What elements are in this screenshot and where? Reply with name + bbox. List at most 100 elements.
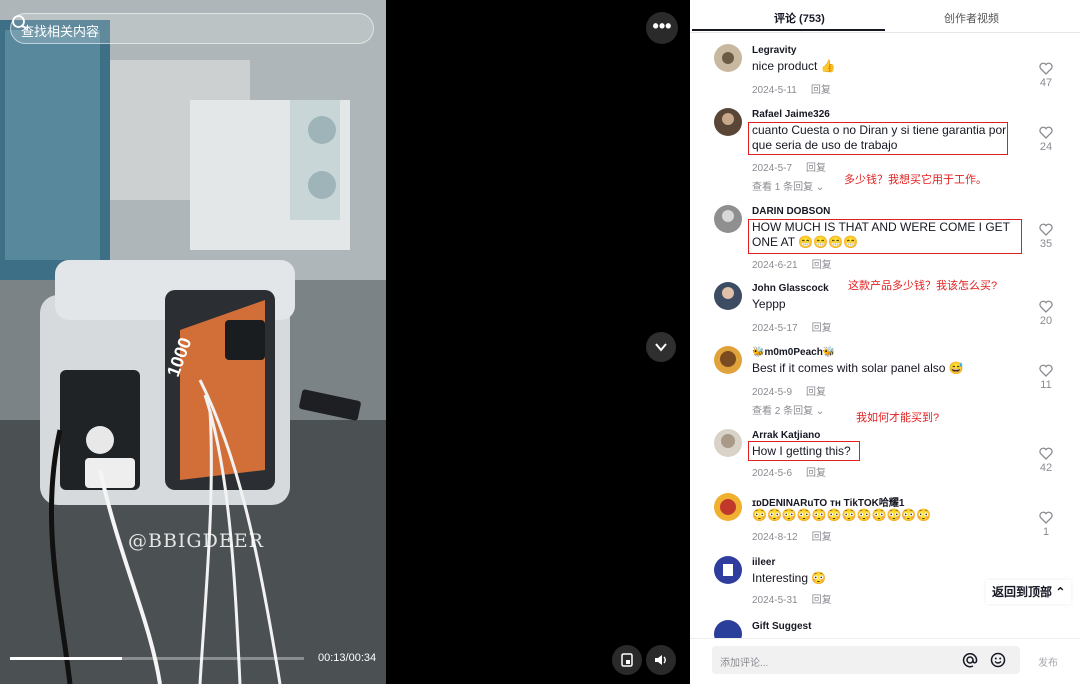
highlight-box (748, 441, 860, 461)
comment-username[interactable]: John Glasscock (752, 283, 829, 294)
reply-link[interactable]: 回复 (812, 532, 832, 543)
like-count: 24 (1039, 141, 1053, 153)
tab-creator-videos[interactable]: 创作者视频 (944, 10, 999, 26)
comment-date: 2024-8-12 (752, 532, 798, 543)
video-progress-fill (10, 657, 122, 660)
picture-in-picture-icon (621, 653, 633, 667)
reply-link[interactable]: 回复 (806, 468, 826, 479)
heart-icon (1039, 223, 1053, 236)
like-button[interactable]: 1 (1035, 511, 1057, 538)
emoji-icon[interactable] (990, 652, 1006, 668)
more-dots-icon: ••• (652, 16, 672, 36)
comment-meta: 2024-8-12 回复 (752, 528, 846, 543)
view-replies-link[interactable]: 查看 1 条回复 ⌄ (752, 178, 824, 193)
avatar[interactable] (714, 429, 742, 457)
chevron-up-icon: ⌃ (1055, 585, 1066, 599)
comment-composer: 添加评论... 发布 (690, 638, 1080, 684)
active-tab-indicator (692, 29, 885, 31)
reply-link[interactable]: 回复 (812, 323, 832, 334)
comments-panel: 评论 (753) 创作者视频 Legravity nice product 👍 … (690, 0, 1080, 684)
comment-input[interactable]: 添加评论... (712, 646, 1020, 674)
avatar[interactable] (714, 346, 742, 374)
avatar[interactable] (714, 205, 742, 233)
avatar[interactable] (714, 493, 742, 521)
back-to-top-label: 返回到顶部 (992, 585, 1053, 599)
reply-link[interactable]: 回复 (811, 85, 831, 96)
like-button[interactable]: 11 (1035, 364, 1057, 391)
comment-username[interactable]: Legravity (752, 45, 796, 56)
like-button[interactable]: 42 (1035, 447, 1057, 474)
comment-text: Yeppp (752, 297, 786, 311)
comment-meta: 2024-5-9 回复 (752, 383, 840, 398)
like-button[interactable]: 24 (1035, 126, 1057, 153)
like-count: 11 (1040, 379, 1052, 391)
comment-date: 2024-5-6 (752, 468, 793, 479)
product-scene: 1000 (0, 0, 386, 684)
reply-link[interactable]: 回复 (806, 163, 826, 174)
avatar[interactable] (714, 44, 742, 72)
reply-link[interactable]: 回复 (806, 387, 826, 398)
comment-date: 2024-5-17 (752, 323, 798, 334)
video-watermark: @BBIGDEER (128, 530, 264, 552)
comment-text: Best if it comes with solar panel also 😅 (752, 361, 964, 375)
chevron-down-icon (655, 343, 667, 352)
comment-username[interactable]: 🐝m0m0Peach🐝 (752, 347, 835, 358)
comment-username[interactable]: DARIN DOBSON (752, 206, 830, 217)
reply-link[interactable]: 回复 (812, 260, 832, 271)
panel-tabs: 评论 (753) 创作者视频 (690, 0, 1080, 33)
chevron-down-icon: ⌄ (815, 182, 825, 193)
like-button[interactable]: 47 (1035, 62, 1057, 89)
annotation-translation: 这款产品多少钱？我该怎么买? (848, 280, 998, 292)
like-count: 47 (1039, 77, 1053, 89)
comment-meta: 2024-5-7 回复 (752, 159, 840, 174)
chevron-down-icon: ⌄ (815, 406, 825, 417)
comment-date: 2024-5-31 (752, 595, 798, 606)
comment-text: Interesting 😳 (752, 571, 827, 585)
comment-username[interactable]: Gift Suggest (752, 621, 811, 632)
annotation-translation: 我如何才能买到? (856, 412, 940, 424)
reply-link[interactable]: 回复 (812, 595, 832, 606)
comment-date: 2024-6-21 (752, 260, 798, 271)
video-player[interactable]: 1000 查找相关内容 @BBIGDEER 00:13/00:34 ••• (0, 0, 690, 684)
post-button[interactable]: 发布 (1038, 654, 1058, 669)
mention-icon[interactable] (962, 652, 978, 668)
comment-meta: 2024-5-17 回复 (752, 319, 846, 334)
comment-date: 2024-5-9 (752, 387, 793, 398)
comment-meta: 2024-5-11 回复 (752, 81, 845, 96)
video-search-bar[interactable]: 查找相关内容 (10, 13, 374, 44)
more-options-button[interactable]: ••• (646, 12, 678, 44)
view-replies-label: 查看 2 条回复 (752, 406, 814, 417)
comment-username[interactable]: Arrak Katjiano (752, 430, 820, 441)
video-progress-bar[interactable] (10, 657, 304, 660)
view-replies-link[interactable]: 查看 2 条回复 ⌄ (752, 402, 824, 417)
comment-username[interactable]: ɪᴅDENINARuTO ᴛʜ TikTOK哈耀1 (752, 494, 904, 509)
comment-meta: 2024-6-21 回复 (752, 256, 846, 271)
video-frame[interactable]: 1000 查找相关内容 @BBIGDEER 00:13/00:34 (0, 0, 386, 684)
avatar[interactable] (714, 282, 742, 310)
like-button[interactable]: 35 (1035, 223, 1057, 250)
comment-date: 2024-5-11 (752, 85, 797, 96)
back-to-top-button[interactable]: 返回到顶部 ⌃ (986, 580, 1072, 604)
comment-username[interactable]: iileer (752, 557, 775, 568)
search-icon[interactable] (11, 14, 29, 32)
comment-input-placeholder: 添加评论... (720, 658, 769, 669)
volume-button[interactable] (646, 645, 676, 675)
pip-button[interactable] (612, 645, 642, 675)
avatar[interactable] (714, 556, 742, 584)
heart-icon (1039, 511, 1053, 524)
like-count: 1 (1042, 526, 1050, 538)
like-count: 35 (1039, 238, 1053, 250)
heart-icon (1039, 364, 1053, 377)
avatar[interactable] (714, 108, 742, 136)
next-video-button[interactable] (646, 332, 676, 362)
highlight-box (748, 122, 1008, 155)
comment-text: nice product 👍 (752, 59, 836, 73)
heart-icon (1039, 62, 1053, 75)
comment-meta: 2024-5-31 回复 (752, 591, 846, 606)
comment-username[interactable]: Rafael Jaime326 (752, 109, 830, 120)
like-button[interactable]: 20 (1035, 300, 1057, 327)
comment-date: 2024-5-7 (752, 163, 793, 174)
annotation-translation: 多少钱？我想买它用于工作。 (844, 174, 987, 186)
heart-icon (1039, 447, 1053, 460)
tab-comments[interactable]: 评论 (753) (774, 10, 825, 26)
